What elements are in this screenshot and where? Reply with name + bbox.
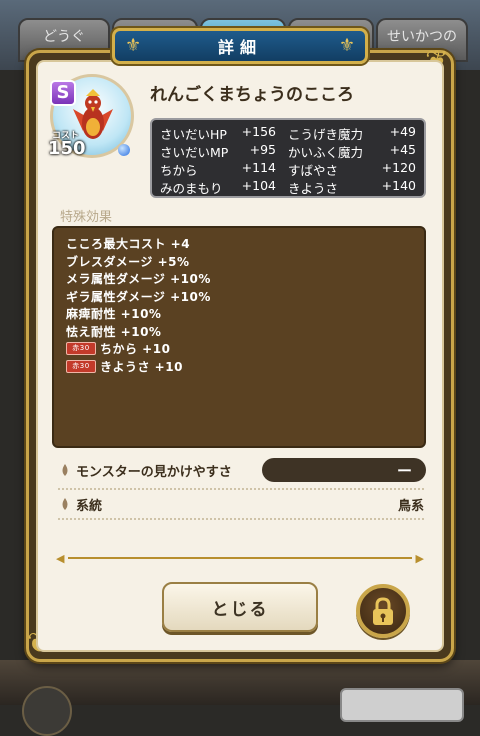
stat-value: +49 bbox=[389, 123, 416, 139]
fleur-icon-right: ⚜ bbox=[338, 35, 355, 56]
cost-value: 150 bbox=[48, 138, 86, 159]
rank-badge: S bbox=[50, 80, 76, 106]
stat-value: +95 bbox=[249, 141, 276, 157]
divider bbox=[58, 518, 424, 520]
stat-value: +114 bbox=[241, 159, 276, 175]
stat-label: こうげき魔力 bbox=[288, 126, 364, 142]
effect-item: ブレスダメージ +5% bbox=[66, 254, 190, 269]
dialog-title-plate: ⚜ 詳細 ⚜ bbox=[112, 28, 368, 64]
stat-label: みのまもり bbox=[160, 180, 223, 196]
dialog-title: 詳細 bbox=[217, 38, 262, 57]
stat-value: +104 bbox=[241, 177, 276, 193]
effect-item: こころ最大コスト +4 bbox=[66, 237, 191, 252]
stat-label: さいだいHP bbox=[160, 126, 227, 142]
ornamental-divider: ◀ ▶ bbox=[56, 552, 424, 565]
fleur-icon-left: ⚜ bbox=[125, 35, 142, 56]
stat-value: +120 bbox=[381, 159, 416, 175]
stat-row: さいだいMP +95 かいふく魔力 +45 bbox=[160, 142, 416, 160]
effect-item: 赤30 ちから +10 bbox=[66, 340, 412, 358]
lock-button[interactable] bbox=[356, 584, 410, 638]
heart-name: れんごくまちょうのこころ bbox=[150, 85, 354, 105]
appearance-bar: ー bbox=[262, 458, 426, 482]
triangle-right-icon: ▶ bbox=[415, 552, 424, 565]
stat-value: +156 bbox=[241, 123, 276, 139]
stat-label: ちから bbox=[160, 162, 198, 178]
special-effects-list[interactable]: こころ最大コスト +4 ブレスダメージ +5% メラ属性ダメージ +10% ギラ… bbox=[52, 226, 426, 448]
lineage-label: 系統 bbox=[76, 499, 103, 514]
blue-orb-icon bbox=[118, 144, 130, 156]
stats-box: さいだいHP +156 こうげき魔力 +49 さいだいMP +95 かいふく魔力 +45… bbox=[150, 118, 426, 198]
stat-label: きようさ bbox=[288, 180, 339, 196]
stat-value: +45 bbox=[389, 141, 416, 157]
effect-item: ギラ属性ダメージ +10% bbox=[66, 289, 211, 304]
effect-item: 怯え耐性 +10% bbox=[66, 324, 162, 339]
effect-item: メラ属性ダメージ +10% bbox=[66, 272, 211, 287]
divider bbox=[58, 488, 424, 490]
stat-row: みのまもり +104 きようさ +140 bbox=[160, 178, 416, 196]
close-button[interactable]: とじる bbox=[162, 582, 318, 632]
stat-value: +140 bbox=[381, 177, 416, 193]
special-effects-label: 特殊効果 bbox=[60, 210, 113, 225]
lineage-value: 鳥系 bbox=[397, 499, 424, 514]
condition-tag: 赤30 bbox=[66, 359, 96, 373]
lock-icon bbox=[373, 597, 393, 625]
background-button bbox=[340, 688, 464, 722]
effect-item: 赤30 きようさ +10 bbox=[66, 358, 412, 376]
stat-label: さいだいMP bbox=[160, 144, 229, 160]
appearance-value: ー bbox=[396, 462, 412, 480]
drop-icon bbox=[62, 498, 68, 510]
triangle-left-icon: ◀ bbox=[56, 552, 65, 565]
stat-label: すばやさ bbox=[288, 162, 339, 178]
stat-row: さいだいHP +156 こうげき魔力 +49 bbox=[160, 124, 416, 142]
stat-label: かいふく魔力 bbox=[288, 144, 364, 160]
effect-item: 麻痺耐性 +10% bbox=[66, 307, 162, 322]
appearance-label: モンスターの見かけやすさ bbox=[76, 465, 232, 480]
stat-row: ちから +114 すばやさ +120 bbox=[160, 160, 416, 178]
background-menu-button bbox=[22, 686, 72, 736]
condition-tag: 赤30 bbox=[66, 342, 96, 356]
drop-icon bbox=[62, 464, 68, 476]
